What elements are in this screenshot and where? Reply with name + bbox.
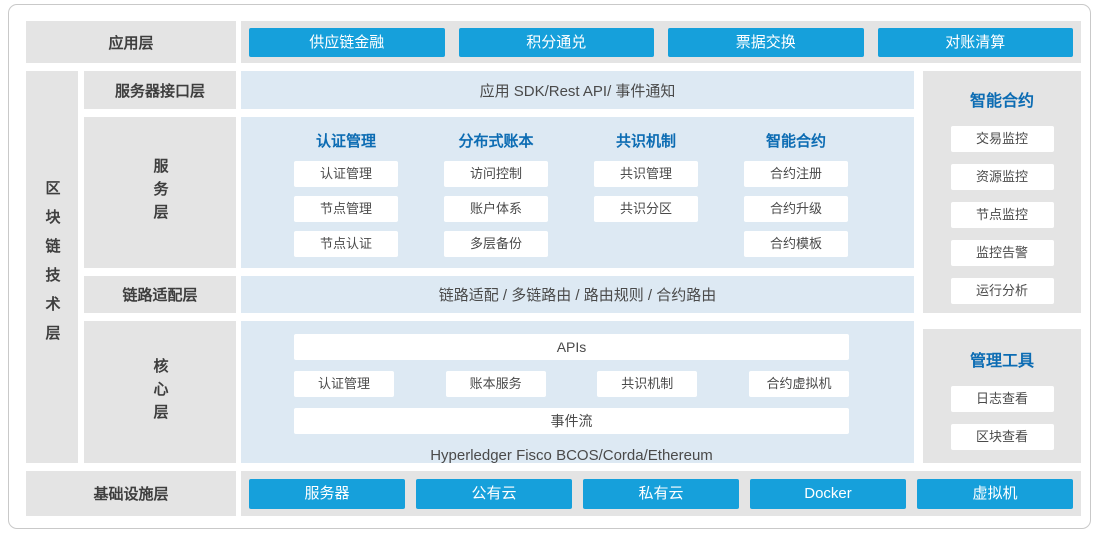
app-button-points-exchange: 积分通兑	[459, 28, 655, 57]
app-layer-label: 应用层	[26, 21, 236, 63]
service-item: 合约模板	[744, 231, 848, 257]
service-columns: 认证管理 认证管理 节点管理 节点认证 分布式账本 访问控制 账户体系 多层备份…	[241, 117, 914, 257]
service-layer-label-text: 服务层	[150, 158, 171, 227]
core-module: 共识机制	[597, 371, 697, 397]
app-button-bill-exchange: 票据交换	[668, 28, 864, 57]
core-modules-row: 认证管理 账本服务 共识机制 合约虚拟机	[294, 371, 849, 397]
core-module: 账本服务	[446, 371, 546, 397]
service-item: 共识分区	[594, 196, 698, 222]
link-layer-label: 链路适配层	[84, 276, 236, 313]
service-layer-panel: 认证管理 认证管理 节点管理 节点认证 分布式账本 访问控制 账户体系 多层备份…	[241, 117, 914, 268]
core-module: 合约虚拟机	[749, 371, 849, 397]
service-item: 访问控制	[444, 161, 548, 187]
infra-button-vm: 虚拟机	[917, 479, 1073, 509]
infra-button-public-cloud: 公有云	[416, 479, 572, 509]
interface-layer-label: 服务器接口层	[84, 71, 236, 109]
core-event-stream-bar: 事件流	[294, 408, 849, 434]
side-panel-item: 区块查看	[951, 424, 1054, 450]
service-layer-label: 服务层	[84, 117, 236, 268]
app-button-reconciliation: 对账清算	[878, 28, 1074, 57]
side-panel-header: 智能合约	[923, 91, 1081, 112]
link-layer-label-text: 链路适配层	[122, 284, 197, 305]
architecture-diagram: 应用层 供应链金融 积分通兑 票据交换 对账清算 区块链技术层 服务器接口层 服…	[8, 4, 1091, 529]
service-item: 共识管理	[594, 161, 698, 187]
service-item: 多层备份	[444, 231, 548, 257]
service-item: 节点认证	[294, 231, 398, 257]
side-panel-header: 管理工具	[923, 351, 1081, 372]
service-column-header: 分布式账本	[444, 132, 548, 152]
side-panel-item: 交易监控	[951, 126, 1054, 152]
side-panel-item: 运行分析	[951, 278, 1054, 304]
infra-button-docker: Docker	[750, 479, 906, 509]
side-panel-management-tools: 管理工具 日志查看 区块查看	[923, 329, 1081, 463]
service-column-ledger: 分布式账本 访问控制 账户体系 多层备份	[444, 132, 548, 257]
side-panel-smart-contract: 智能合约 交易监控 资源监控 节点监控 监控告警 运行分析	[923, 71, 1081, 313]
service-item: 认证管理	[294, 161, 398, 187]
app-button-supply-chain-finance: 供应链金融	[249, 28, 445, 57]
core-layer-label: 核心层	[84, 321, 236, 463]
interface-layer-content: 应用 SDK/Rest API/ 事件通知	[241, 71, 914, 109]
core-module: 认证管理	[294, 371, 394, 397]
service-item: 节点管理	[294, 196, 398, 222]
service-item: 合约升级	[744, 196, 848, 222]
infra-button-private-cloud: 私有云	[583, 479, 739, 509]
infra-layer-label-text: 基础设施层	[93, 483, 168, 504]
infra-button-server: 服务器	[249, 479, 405, 509]
service-column-header: 智能合约	[744, 132, 848, 152]
infra-layer-label: 基础设施层	[26, 471, 236, 516]
side-panel-item: 节点监控	[951, 202, 1054, 228]
service-column-header: 认证管理	[294, 132, 398, 152]
service-column-consensus: 共识机制 共识管理 共识分区	[594, 132, 698, 257]
app-layer-strip: 供应链金融 积分通兑 票据交换 对账清算	[241, 21, 1081, 63]
side-panel-item: 资源监控	[951, 164, 1054, 190]
side-panel-item: 日志查看	[951, 386, 1054, 412]
link-layer-content: 链路适配 / 多链路由 / 路由规则 / 合约路由	[241, 276, 914, 313]
service-column-contract: 智能合约 合约注册 合约升级 合约模板	[744, 132, 848, 257]
core-layer-panel: APIs 认证管理 账本服务 共识机制 合约虚拟机 事件流 Hyperledge…	[241, 321, 914, 463]
tech-layer-label: 区块链技术层	[26, 71, 78, 463]
core-apis-bar: APIs	[294, 334, 849, 360]
core-layer-label-text: 核心层	[150, 358, 171, 427]
app-layer-label-text: 应用层	[108, 32, 153, 53]
infra-layer-strip: 服务器 公有云 私有云 Docker 虚拟机	[241, 471, 1081, 516]
service-column-auth: 认证管理 认证管理 节点管理 节点认证	[294, 132, 398, 257]
interface-layer-label-text: 服务器接口层	[115, 80, 205, 101]
core-platforms-text: Hyperledger Fisco BCOS/Corda/Ethereum	[294, 447, 849, 464]
side-panel-item: 监控告警	[951, 240, 1054, 266]
service-item: 账户体系	[444, 196, 548, 222]
tech-layer-label-text: 区块链技术层	[42, 180, 63, 354]
core-layer-content: APIs 认证管理 账本服务 共识机制 合约虚拟机 事件流 Hyperledge…	[241, 321, 914, 464]
service-column-header: 共识机制	[594, 132, 698, 152]
service-item: 合约注册	[744, 161, 848, 187]
